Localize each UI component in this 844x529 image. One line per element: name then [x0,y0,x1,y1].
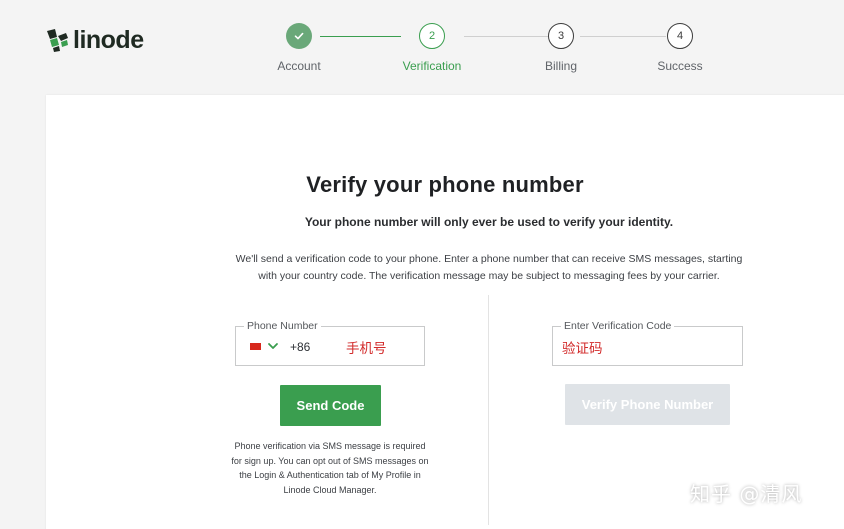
verify-phone-number-button[interactable]: Verify Phone Number [565,384,730,425]
instructions-text: We'll send a verification code to your p… [230,251,748,284]
header: linode 2 3 4 Account Verification Billin… [0,0,844,95]
step-1-circle [286,23,312,49]
sms-note-line-4: Linode Cloud Manager. [283,484,377,495]
instructions-line-1: We'll send a verification code to your p… [235,253,743,265]
step-2-circle: 2 [419,23,445,49]
step-2-label: Verification [402,59,462,73]
step-connector-2 [464,35,548,37]
check-icon [294,32,304,40]
column-divider [488,295,489,525]
instructions-line-2: with your country code. The verification… [258,269,720,282]
step-4-label: Success [657,59,703,73]
step-1-label: Account [277,59,321,73]
phone-number-label: Phone Number [244,319,321,333]
step-connector-1 [320,35,401,37]
sms-note-line-2: for sign up. You can opt out of SMS mess… [231,455,429,466]
phone-number-input[interactable] [346,336,418,358]
verification-card [46,95,844,529]
step-3-label: Billing [544,59,577,73]
chevron-down-icon[interactable] [267,341,279,351]
verification-code-label: Enter Verification Code [561,319,675,333]
step-4-circle: 4 [667,23,693,49]
step-3-circle: 3 [548,23,574,49]
verification-code-field: Enter Verification Code [552,319,743,366]
sms-note-line-1: Phone verification via SMS message is re… [234,441,426,451]
verification-code-input[interactable] [562,336,732,358]
signup-stepper: 2 3 4 Account Verification Billing Succe… [0,0,844,95]
country-dial-code: +86 [290,340,311,354]
phone-number-field: Phone Number +86 [235,319,425,366]
watermark-text: 知乎 @清风 [690,482,803,506]
step-connector-3 [580,35,666,37]
page-title: Verify your phone number [306,172,584,197]
sms-note-line-3: the Login & Authentication tab of My Pro… [239,470,421,480]
cn-flag-icon[interactable] [250,343,261,350]
sms-opt-out-note: Phone verification via SMS message is re… [230,439,430,497]
page-subtitle: Your phone number will only ever be used… [304,215,674,229]
send-code-button[interactable]: Send Code [280,385,381,426]
